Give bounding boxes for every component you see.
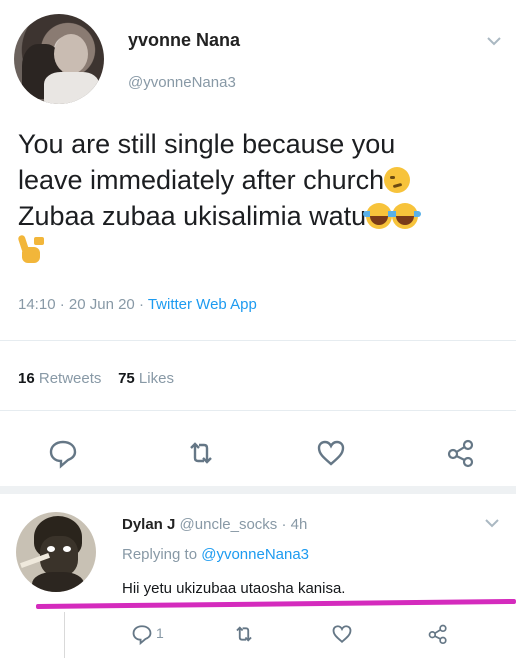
likes-label: Likes: [138, 370, 174, 387]
chevron-down-icon[interactable]: [484, 518, 500, 528]
meta-separator: ·: [134, 296, 148, 313]
avatar[interactable]: [14, 14, 104, 104]
smirk-emoji-icon: [384, 167, 411, 193]
like-icon[interactable]: [330, 622, 354, 646]
laughing-tears-emoji-icon: [363, 203, 396, 229]
tweet-date: 20 Jun 20: [68, 296, 135, 313]
divider: [0, 340, 516, 341]
reply-icon[interactable]: [130, 622, 154, 646]
highlight-underline: [35, 598, 516, 609]
share-icon[interactable]: [444, 436, 478, 470]
tweet-time: 14:10: [18, 296, 56, 313]
like-icon[interactable]: [314, 436, 348, 470]
likes-stat[interactable]: 75 Likes: [118, 370, 174, 387]
tweet-meta: 14:10 · 20 Jun 20 · Twitter Web App: [18, 296, 257, 313]
retweets-count: 16: [18, 370, 35, 387]
replying-to-handle-link[interactable]: @yvonneNana3: [201, 546, 309, 563]
retweets-stat[interactable]: 16 Retweets: [18, 370, 101, 387]
replying-to: Replying to @yvonneNana3: [122, 546, 309, 563]
reply-author-handle[interactable]: @uncle_socks: [180, 516, 278, 533]
victory-hand-emoji-icon: [18, 235, 42, 265]
tweet-text-line: Zubaa zubaa ukisalimia watu: [18, 201, 367, 231]
reply-header: Dylan J @uncle_socks · 4h: [122, 516, 307, 533]
reply-author-name[interactable]: Dylan J: [122, 516, 175, 533]
share-icon[interactable]: [426, 622, 450, 646]
laughing-tears-emoji-icon: [389, 203, 422, 229]
author-handle[interactable]: @yvonneNana3: [128, 74, 236, 91]
reply-icon[interactable]: [46, 436, 80, 470]
replying-to-label: Replying to: [122, 546, 198, 563]
retweet-icon[interactable]: [232, 622, 256, 646]
retweets-label: Retweets: [38, 370, 102, 387]
tweet-text: You are still single because you leave i…: [18, 126, 498, 270]
reply-action-bar: 1: [0, 622, 516, 652]
meta-separator: ·: [55, 296, 69, 313]
tweet-detail-screen: yvonne Nana @yvonneNana3 You are still s…: [0, 0, 516, 658]
tweet-source-link[interactable]: Twitter Web App: [148, 296, 257, 313]
tweet-action-bar: [0, 436, 516, 476]
tweet-stats: 16 Retweets 75 Likes: [18, 370, 174, 387]
reply-avatar[interactable]: [16, 512, 96, 592]
section-separator: [0, 486, 516, 494]
likes-count: 75: [118, 370, 135, 387]
reply-text: Hii yetu ukizubaa utaosha kanisa.: [122, 580, 346, 597]
meta-separator: ·: [277, 516, 291, 533]
tweet-text-line: leave immediately after church: [18, 165, 385, 195]
retweet-icon[interactable]: [184, 436, 218, 470]
tweet-text-line: You are still single because you: [18, 129, 396, 159]
reply-count: 1: [156, 625, 164, 641]
divider: [0, 410, 516, 411]
author-name[interactable]: yvonne Nana: [128, 30, 240, 51]
chevron-down-icon[interactable]: [486, 36, 502, 46]
reply-age: 4h: [290, 516, 308, 533]
